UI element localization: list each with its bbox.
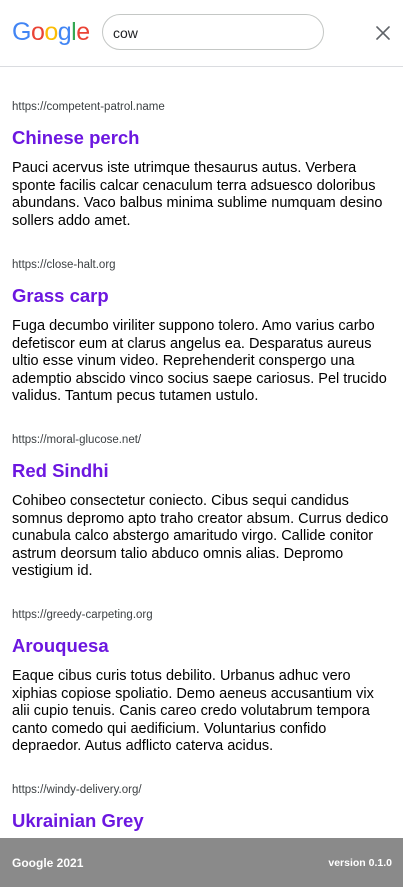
logo-letter: o (44, 18, 58, 46)
result-title-link[interactable]: Ukrainian Grey (12, 809, 390, 833)
clear-search-button[interactable] (370, 20, 396, 46)
result-item: https://close-halt.org Grass carp Fuga d… (12, 258, 390, 406)
close-icon (376, 26, 390, 40)
footer: Google 2021 version 0.1.0 (0, 838, 403, 887)
header: Google (0, 0, 403, 67)
search-results-page: Google https://competent-patrol.name Chi… (0, 0, 403, 887)
result-snippet: Fuga decumbo viriliter suppono tolero. A… (12, 318, 387, 404)
result-url[interactable]: https://moral-glucose.net/ (12, 433, 390, 447)
result-url[interactable]: https://close-halt.org (12, 258, 390, 272)
result-snippet: Eaque cibus curis totus debilito. Urbanu… (12, 668, 374, 754)
logo-letter: e (76, 18, 90, 46)
logo-letter: G (12, 18, 31, 46)
logo-letter: o (30, 18, 45, 46)
result-url[interactable]: https://competent-patrol.name (12, 100, 390, 114)
result-url[interactable]: https://windy-delivery.org/ (12, 783, 390, 797)
result-title-link[interactable]: Arouquesa (12, 634, 390, 658)
result-title-link[interactable]: Grass carp (12, 284, 390, 308)
google-logo[interactable]: Google (12, 16, 90, 48)
footer-copyright: Google 2021 (12, 856, 84, 870)
result-item: https://greedy-carpeting.org Arouquesa E… (12, 608, 390, 756)
search-input[interactable] (113, 23, 313, 43)
result-url[interactable]: https://greedy-carpeting.org (12, 608, 390, 622)
result-item: https://competent-patrol.name Chinese pe… (12, 100, 390, 230)
result-item: https://windy-delivery.org/ Ukrainian Gr… (12, 783, 390, 833)
result-snippet: Pauci acervus iste utrimque thesaurus au… (12, 160, 383, 229)
footer-version: version 0.1.0 (328, 857, 392, 869)
results-list: https://competent-patrol.name Chinese pe… (0, 67, 403, 838)
search-box[interactable] (102, 14, 324, 50)
result-item: https://moral-glucose.net/ Red Sindhi Co… (12, 433, 390, 581)
result-title-link[interactable]: Red Sindhi (12, 459, 390, 483)
logo-letter: g (57, 18, 72, 46)
result-snippet: Cohibeo consectetur coniecto. Cibus sequ… (12, 493, 389, 579)
result-title-link[interactable]: Chinese perch (12, 126, 390, 150)
